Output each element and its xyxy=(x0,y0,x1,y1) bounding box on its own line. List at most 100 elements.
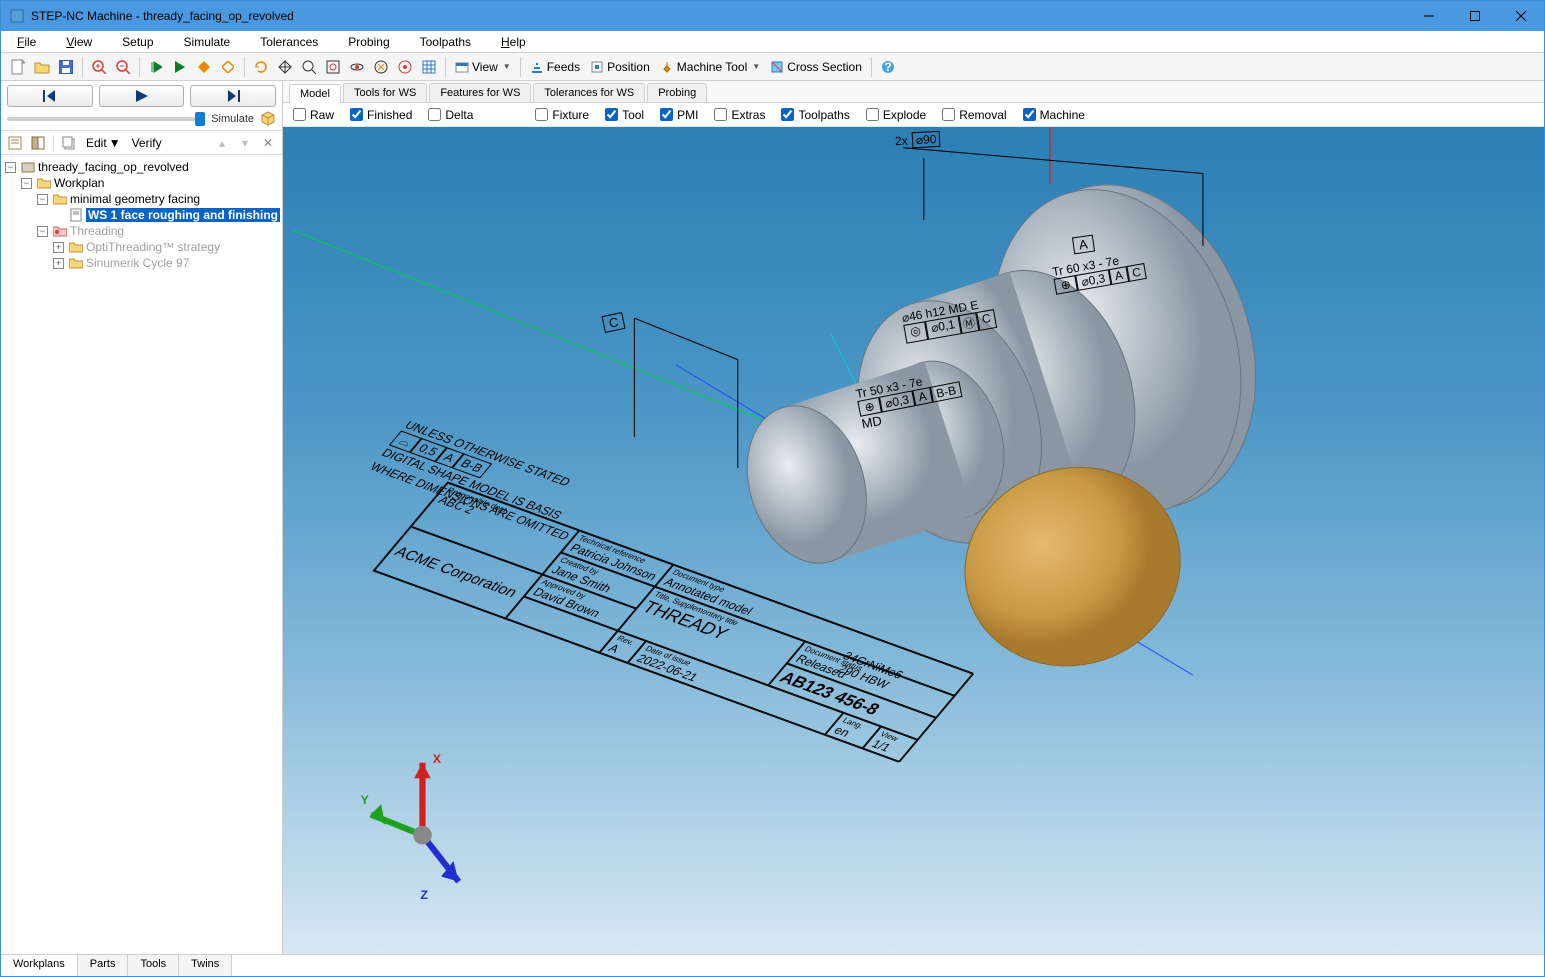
menu-view[interactable]: View xyxy=(60,33,98,51)
view-tabs: Model Tools for WS Features for WS Toler… xyxy=(283,81,1544,103)
tree-toolbar: Edit▼ Verify ▴ ▾ ✕ xyxy=(1,131,282,155)
cube-icon[interactable] xyxy=(260,111,276,127)
workingstep-icon xyxy=(69,208,83,222)
sim-rewind-button[interactable] xyxy=(7,85,93,107)
expand-icon[interactable]: − xyxy=(37,194,48,205)
check-delta[interactable]: Delta xyxy=(428,108,473,122)
menu-setup[interactable]: Setup xyxy=(116,33,159,51)
check-extras[interactable]: Extras xyxy=(714,108,765,122)
tree-down-icon[interactable]: ▾ xyxy=(235,133,255,153)
close-button[interactable] xyxy=(1498,1,1544,31)
check-fixture[interactable]: Fixture xyxy=(535,108,589,122)
tree-btn-copy[interactable] xyxy=(59,133,79,153)
tree-workplan[interactable]: Workplan xyxy=(54,176,104,190)
expand-icon[interactable]: − xyxy=(21,178,32,189)
cross-section-label: Cross Section xyxy=(787,60,862,74)
cross-section-button[interactable]: Cross Section xyxy=(766,60,866,74)
tree-root[interactable]: thready_facing_op_revolved xyxy=(38,160,189,174)
refresh-icon[interactable] xyxy=(250,56,272,78)
play-icon[interactable] xyxy=(169,56,191,78)
expand-icon[interactable]: + xyxy=(53,258,64,269)
check-pmi[interactable]: PMI xyxy=(660,108,698,122)
check-machine[interactable]: Machine xyxy=(1023,108,1085,122)
grid-icon[interactable] xyxy=(418,56,440,78)
position-button[interactable]: Position xyxy=(586,60,654,74)
tree-edit-dropdown[interactable]: Edit▼ xyxy=(82,136,125,150)
target-icon[interactable] xyxy=(394,56,416,78)
viewport-area: Model Tools for WS Features for WS Toler… xyxy=(283,81,1544,954)
check-explode[interactable]: Explode xyxy=(866,108,926,122)
check-removal[interactable]: Removal xyxy=(942,108,1006,122)
diamond2-icon[interactable] xyxy=(217,56,239,78)
tree-up-icon[interactable]: ▴ xyxy=(212,133,232,153)
menu-toolpaths[interactable]: Toolpaths xyxy=(414,33,477,51)
pmi-datum-c: C xyxy=(602,313,626,332)
tree-minimal[interactable]: minimal geometry facing xyxy=(70,192,200,206)
open-icon[interactable] xyxy=(31,56,53,78)
menu-tolerances[interactable]: Tolerances xyxy=(254,33,324,51)
tab-workplans[interactable]: Workplans xyxy=(1,955,78,976)
machine-tool-dropdown[interactable]: Machine Tool▼ xyxy=(656,60,764,74)
tab-model[interactable]: Model xyxy=(289,84,341,103)
sim-speed-slider[interactable] xyxy=(7,117,205,121)
tab-parts[interactable]: Parts xyxy=(78,955,129,976)
expand-icon[interactable]: − xyxy=(5,162,16,173)
tab-probing[interactable]: Probing xyxy=(647,83,707,102)
axis-triad: X Y Z xyxy=(360,752,458,902)
tab-twins[interactable]: Twins xyxy=(179,955,232,976)
position-label: Position xyxy=(607,60,650,74)
play-start-icon[interactable] xyxy=(145,56,167,78)
app-name: STEP-NC Machine xyxy=(31,9,132,23)
menu-help[interactable]: Help xyxy=(495,33,532,51)
folder-icon xyxy=(69,256,83,270)
help-icon[interactable]: ? xyxy=(877,56,899,78)
svg-text:Y: Y xyxy=(360,793,369,807)
tab-features-ws[interactable]: Features for WS xyxy=(429,83,531,102)
simulation-controls: Simulate xyxy=(1,81,282,131)
orbit-icon[interactable] xyxy=(370,56,392,78)
tree-verify-button[interactable]: Verify xyxy=(128,136,166,150)
zoom-fit-icon[interactable] xyxy=(322,56,344,78)
left-panel: Simulate Edit▼ Verify ▴ ▾ ✕ xyxy=(1,81,283,954)
check-finished[interactable]: Finished xyxy=(350,108,412,122)
menu-probing[interactable]: Probing xyxy=(342,33,395,51)
zoom-icon[interactable] xyxy=(298,56,320,78)
diamond-icon[interactable] xyxy=(193,56,215,78)
new-icon[interactable] xyxy=(7,56,29,78)
tree-close-icon[interactable]: ✕ xyxy=(258,133,278,153)
check-raw[interactable]: Raw xyxy=(293,108,334,122)
tree-view[interactable]: − thready_facing_op_revolved − Workplan … xyxy=(1,155,282,954)
window-title: STEP-NC Machine - thready_facing_op_revo… xyxy=(31,9,1406,23)
expand-icon[interactable]: + xyxy=(53,242,64,253)
titlebar: STEP-NC Machine - thready_facing_op_revo… xyxy=(1,1,1544,31)
zoom-out-icon[interactable] xyxy=(112,56,134,78)
main-toolbar: View▼ Feeds Position Machine Tool▼ Cross… xyxy=(1,53,1544,81)
check-tool[interactable]: Tool xyxy=(605,108,644,122)
tab-tolerances-ws[interactable]: Tolerances for WS xyxy=(533,83,645,102)
feeds-label: Feeds xyxy=(547,60,580,74)
tree-ws1-selected[interactable]: WS 1 face roughing and finishing xyxy=(86,208,280,222)
expand-icon[interactable]: − xyxy=(37,226,48,237)
tab-tools-ws[interactable]: Tools for WS xyxy=(343,83,427,102)
project-icon xyxy=(21,160,35,174)
tree-opti[interactable]: OptiThreading™ strategy xyxy=(86,240,220,254)
tree-sinumerik[interactable]: Sinumerik Cycle 97 xyxy=(86,256,189,270)
sim-forward-button[interactable] xyxy=(190,85,276,107)
view-dropdown[interactable]: View▼ xyxy=(451,60,515,74)
menu-file[interactable]: File xyxy=(11,33,42,51)
tree-btn-2[interactable] xyxy=(28,133,48,153)
save-icon[interactable] xyxy=(55,56,77,78)
tab-tools[interactable]: Tools xyxy=(128,955,179,976)
tree-threading[interactable]: Threading xyxy=(70,224,124,238)
minimize-button[interactable] xyxy=(1406,1,1452,31)
rotate-icon[interactable] xyxy=(346,56,368,78)
check-toolpaths[interactable]: Toolpaths xyxy=(781,108,849,122)
zoom-in-icon[interactable] xyxy=(88,56,110,78)
feeds-button[interactable]: Feeds xyxy=(526,60,584,74)
3d-viewport[interactable]: X Y Z 2x ⌀90 A xyxy=(283,127,1544,954)
tree-btn-1[interactable] xyxy=(5,133,25,153)
maximize-button[interactable] xyxy=(1452,1,1498,31)
pan-icon[interactable] xyxy=(274,56,296,78)
menu-simulate[interactable]: Simulate xyxy=(178,33,237,51)
sim-play-button[interactable] xyxy=(99,85,185,107)
